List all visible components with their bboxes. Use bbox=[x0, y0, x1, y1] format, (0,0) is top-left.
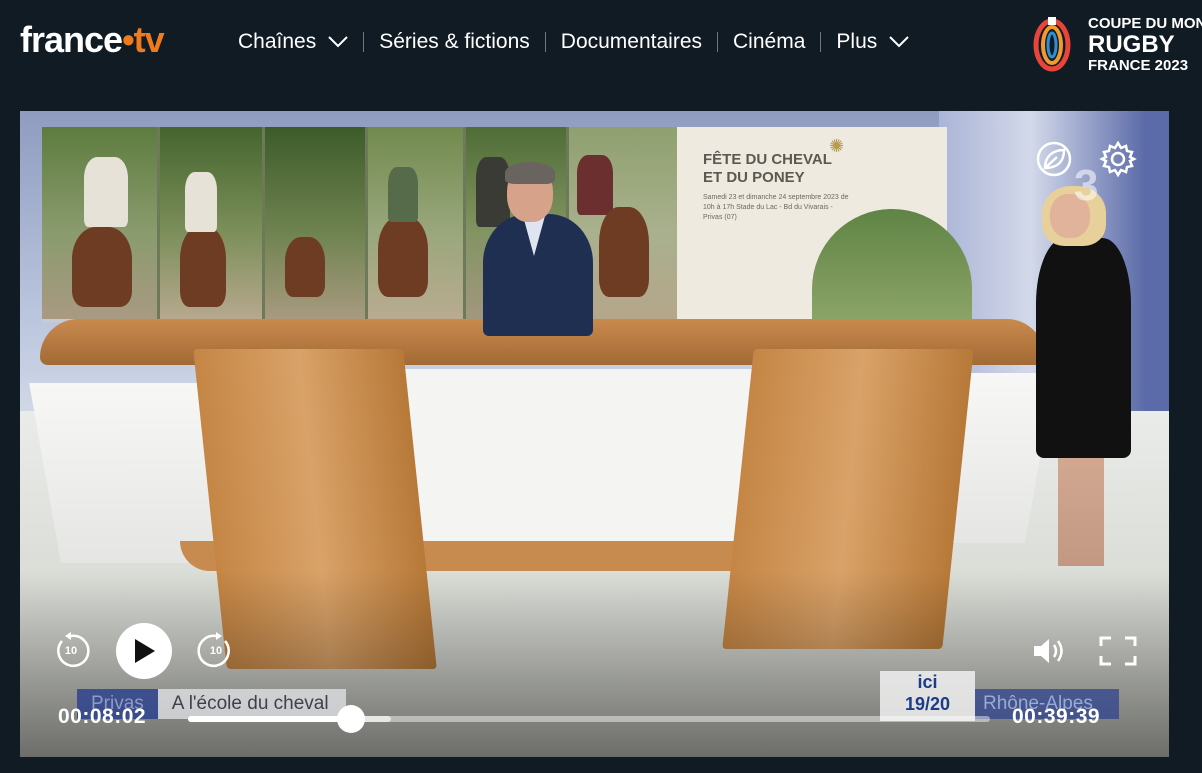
ici-logo: ici 19/20 bbox=[880, 671, 975, 721]
nav-divider bbox=[544, 32, 546, 52]
rugby-world-cup-emblem-icon bbox=[1033, 17, 1071, 72]
chevron-down-icon bbox=[889, 36, 909, 48]
scrubber-handle[interactable] bbox=[336, 705, 365, 733]
nav-item-chaines[interactable]: Chaînes bbox=[238, 30, 348, 54]
rugby-world-cup-promo[interactable]: COUPE DU MONDE RUGBY FRANCE 2023 bbox=[1028, 15, 1202, 75]
lower-third-text: A l'école du cheval bbox=[157, 689, 346, 719]
nav-item-series[interactable]: Séries & fictions bbox=[379, 30, 530, 54]
sun-icon: ✺ bbox=[829, 136, 845, 156]
nav-item-plus[interactable]: Plus bbox=[836, 30, 909, 54]
presenter bbox=[483, 162, 603, 336]
main-nav: Chaînes Séries & fictions Documentaires … bbox=[238, 26, 909, 58]
nav-item-documentaires[interactable]: Documentaires bbox=[561, 30, 702, 54]
progress-bar[interactable] bbox=[188, 705, 990, 733]
fullscreen-icon bbox=[1099, 636, 1137, 666]
pony-photo bbox=[265, 127, 365, 319]
volume-button[interactable] bbox=[1030, 632, 1070, 670]
fullscreen-button[interactable] bbox=[1098, 632, 1138, 670]
leaf-icon bbox=[1036, 141, 1072, 177]
pony-photo bbox=[368, 127, 463, 319]
forward-10-button[interactable]: 10 bbox=[197, 632, 235, 670]
rewind-seconds: 10 bbox=[64, 645, 78, 657]
nav-label: Plus bbox=[836, 30, 878, 53]
francetv-logo[interactable]: france•tv bbox=[20, 18, 165, 62]
controls-gradient bbox=[20, 571, 1169, 757]
nav-divider bbox=[717, 32, 719, 52]
logo-suffix: tv bbox=[133, 19, 165, 60]
promo-line2: RUGBY bbox=[1088, 31, 1175, 58]
top-header: france•tv Chaînes Séries & fictions Docu… bbox=[0, 0, 1202, 84]
ici-label: ici bbox=[917, 672, 938, 692]
played-bar bbox=[188, 716, 351, 722]
poster-title: FÊTE DU CHEVAL ET DU PONEY bbox=[703, 151, 832, 187]
current-time: 00:08:02 bbox=[58, 705, 147, 728]
logo-brand: france bbox=[20, 19, 123, 60]
rewind-10-button[interactable]: 10 bbox=[52, 632, 90, 670]
event-poster: FÊTE DU CHEVAL ET DU PONEY ✺ Samedi 23 e… bbox=[677, 127, 972, 339]
play-icon bbox=[135, 639, 155, 663]
nav-label: Documentaires bbox=[560, 30, 703, 53]
nav-divider bbox=[363, 32, 365, 52]
forward-seconds: 10 bbox=[209, 645, 223, 657]
pony-photo bbox=[160, 127, 262, 319]
nav-label: Chaînes bbox=[238, 30, 317, 53]
gear-icon bbox=[1099, 140, 1137, 178]
logo-dot: • bbox=[122, 19, 135, 60]
nav-label: Séries & fictions bbox=[379, 30, 530, 53]
chevron-down-icon bbox=[328, 36, 348, 48]
promo-line3: FRANCE 2023 bbox=[1088, 57, 1189, 74]
eco-button[interactable] bbox=[1034, 139, 1074, 179]
video-player[interactable]: FÊTE DU CHEVAL ET DU PONEY ✺ Samedi 23 e… bbox=[20, 111, 1169, 757]
duration: 00:39:39 bbox=[1012, 705, 1101, 728]
settings-button[interactable] bbox=[1098, 139, 1138, 179]
news-desk-front bbox=[400, 369, 780, 549]
channel-logo: 3 bbox=[1074, 161, 1099, 210]
poster-title-line2: ET DU PONEY bbox=[703, 169, 805, 186]
nav-divider bbox=[820, 32, 822, 52]
ici-edition: 19/20 bbox=[904, 694, 951, 714]
poster-details: Samedi 23 et dimanche 24 septembre 2023 … bbox=[703, 194, 849, 221]
play-button[interactable] bbox=[116, 623, 172, 679]
guest-presenter bbox=[1028, 186, 1138, 586]
pony-photo bbox=[42, 127, 157, 319]
promo-text: COUPE DU MONDE RUGBY FRANCE 2023 bbox=[1088, 15, 1202, 75]
volume-icon bbox=[1034, 639, 1063, 663]
poster-title-line1: FÊTE DU CHEVAL bbox=[703, 151, 832, 168]
nav-label: Cinéma bbox=[733, 30, 806, 53]
nav-item-cinema[interactable]: Cinéma bbox=[733, 30, 805, 54]
